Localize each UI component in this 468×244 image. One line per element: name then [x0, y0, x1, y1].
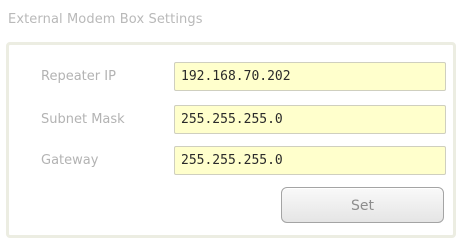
set-button[interactable]: Set	[281, 187, 444, 223]
repeater-ip-label: Repeater IP	[41, 69, 116, 84]
repeater-ip-row: Repeater IP	[9, 62, 453, 91]
subnet-mask-row: Subnet Mask	[9, 105, 453, 134]
section-title: External Modem Box Settings	[8, 12, 203, 27]
repeater-ip-input[interactable]	[174, 62, 446, 91]
settings-panel: Repeater IP Subnet Mask Gateway Set	[6, 42, 456, 238]
subnet-mask-input[interactable]	[174, 105, 446, 134]
gateway-input[interactable]	[174, 146, 446, 175]
gateway-label: Gateway	[41, 153, 99, 168]
subnet-mask-label: Subnet Mask	[41, 112, 125, 127]
gateway-row: Gateway	[9, 146, 453, 175]
